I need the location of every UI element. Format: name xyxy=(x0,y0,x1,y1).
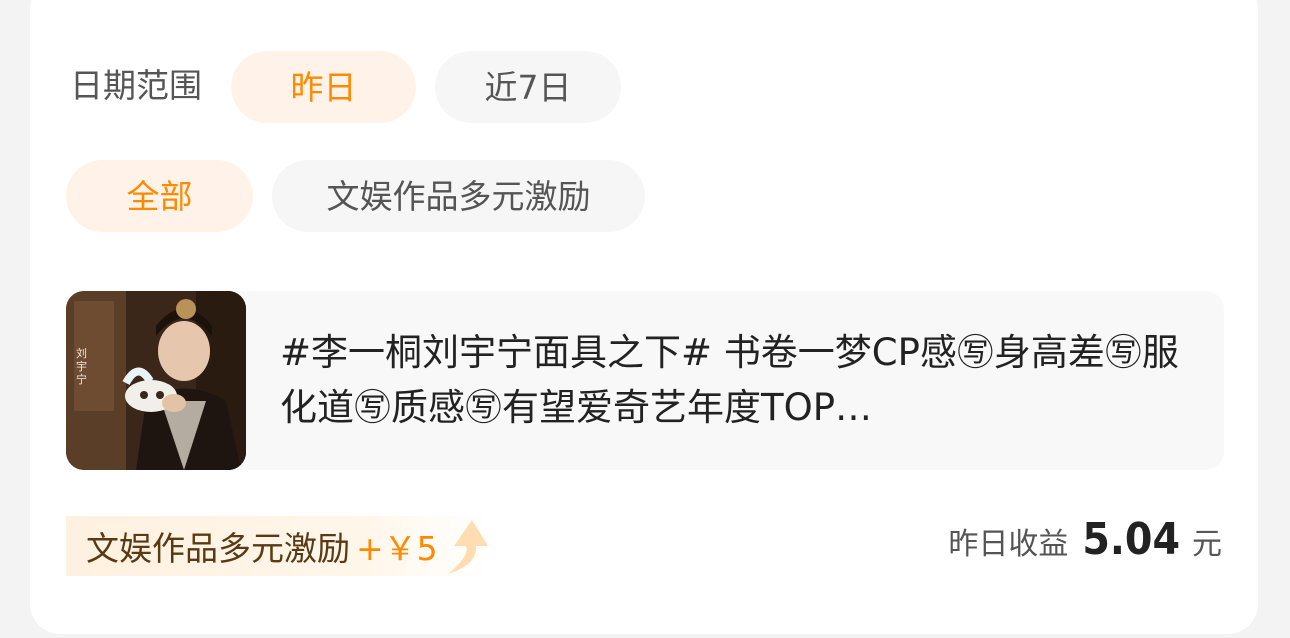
up-arrow-icon xyxy=(447,520,488,574)
category-filter-incentive[interactable]: 文娱作品多元激励 xyxy=(272,160,645,232)
earnings-summary: 昨日收益 5.04 元 xyxy=(948,514,1222,576)
post-item[interactable]: 刘宇宁 #李一桐刘宇宁面具之下# 书卷一梦CP感㊢身高差㊢服化道㊢质感㊢有望爱奇… xyxy=(66,291,1224,470)
post-thumbnail[interactable]: 刘宇宁 xyxy=(66,291,246,470)
post-title: #李一桐刘宇宁面具之下# 书卷一梦CP感㊢身高差㊢服化道㊢质感㊢有望爱奇艺年度T… xyxy=(280,331,1179,429)
category-filter-all[interactable]: 全部 xyxy=(66,160,253,232)
thumbnail-caption: 刘宇宁 xyxy=(76,347,87,386)
bonus-name: 文娱作品多元激励 xyxy=(86,529,350,568)
bonus-amount: +￥5 xyxy=(356,529,438,568)
earnings-unit: 元 xyxy=(1192,527,1222,562)
bonus-badge: 文娱作品多元激励 +￥5 xyxy=(66,516,488,576)
date-range-label: 日期范围 xyxy=(70,66,202,105)
thumbnail-image xyxy=(66,291,246,470)
earnings-label: 昨日收益 xyxy=(948,527,1069,562)
date-filter-7-days[interactable]: 近7日 xyxy=(435,51,621,123)
earnings-value: 5.04 xyxy=(1082,514,1180,565)
date-filter-yesterday[interactable]: 昨日 xyxy=(231,51,416,123)
